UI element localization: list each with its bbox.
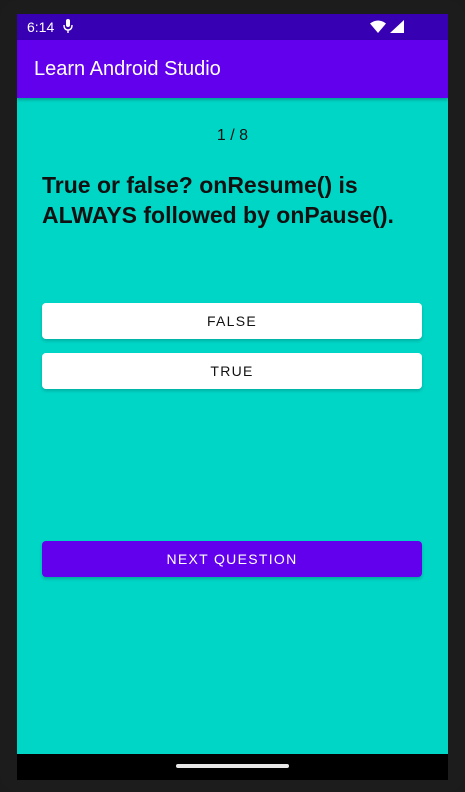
- status-time: 6:14: [27, 19, 55, 35]
- next-question-button[interactable]: NEXT QUESTION: [42, 541, 422, 577]
- app-title: Learn Android Studio: [34, 58, 221, 80]
- navigation-bar: [17, 754, 448, 780]
- home-gesture-handle[interactable]: [176, 764, 289, 768]
- app-bar: Learn Android Studio: [17, 40, 448, 98]
- question-counter: 1 / 8: [216, 127, 249, 144]
- false-button[interactable]: FALSE: [42, 303, 422, 339]
- app-screen: 6:14 Learn Android Studio 1 / 8 True or …: [17, 14, 448, 754]
- signal-icon: [390, 20, 404, 33]
- status-bar: 6:14: [17, 14, 448, 40]
- wifi-icon: [370, 20, 386, 33]
- question-text: True or false? onResume() is ALWAYS foll…: [42, 172, 394, 228]
- mic-icon: [63, 19, 73, 33]
- device-frame: 6:14 Learn Android Studio 1 / 8 True or …: [0, 0, 465, 792]
- true-button[interactable]: TRUE: [42, 353, 422, 389]
